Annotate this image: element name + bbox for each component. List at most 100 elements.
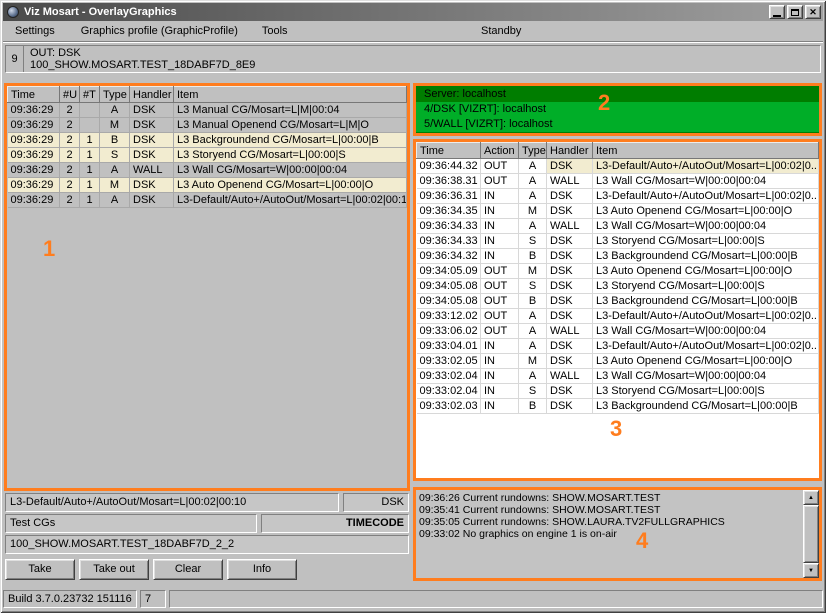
table-row[interactable]: 09:36:34.33INAWALLL3 Wall CG/Mosart=W|00…	[417, 219, 819, 234]
table-cell: OUT	[481, 279, 519, 294]
message-log-panel: 09:36:26 Current rundowns: SHOW.MOSART.T…	[413, 487, 822, 581]
column-header[interactable]: #T	[80, 87, 100, 103]
table-row[interactable]: 09:33:04.01INADSKL3-Default/Auto+/AutoOu…	[417, 339, 819, 354]
log-scrollbar[interactable]: ▲ ▼	[803, 490, 819, 578]
table-cell: DSK	[130, 178, 174, 193]
table-cell: A	[519, 174, 547, 189]
column-header[interactable]: Handler	[547, 143, 593, 159]
table-cell: DSK	[547, 279, 593, 294]
table-cell: OUT	[481, 264, 519, 279]
column-header[interactable]: Type	[519, 143, 547, 159]
take-button[interactable]: Take	[5, 559, 75, 580]
column-header[interactable]: Time	[8, 87, 60, 103]
table-row[interactable]: 09:36:2921ADSKL3-Default/Auto+/AutoOut/M…	[8, 193, 407, 208]
table-row[interactable]: 09:36:44.32OUTADSKL3-Default/Auto+/AutoO…	[417, 159, 819, 174]
menu-graphics-profile[interactable]: Graphics profile (GraphicProfile)	[75, 23, 244, 39]
table-cell: L3 Backgroundend CG/Mosart=L|00:00|B	[593, 249, 819, 264]
column-header[interactable]: Action	[481, 143, 519, 159]
table-cell: OUT	[481, 159, 519, 174]
column-header[interactable]: #U	[60, 87, 80, 103]
table-row[interactable]: 09:33:02.03INBDSKL3 Backgroundend CG/Mos…	[417, 399, 819, 414]
column-header[interactable]: Handler	[130, 87, 174, 103]
table-cell: M	[519, 264, 547, 279]
rundown-field[interactable]: 100_SHOW.MOSART.TEST_18DABF7D_2_2	[5, 535, 409, 554]
server-status-panel: Server: localhost4/DSK [VIZRT]: localhos…	[413, 83, 822, 136]
table-row[interactable]: 09:36:2921MDSKL3 Auto Openend CG/Mosart=…	[8, 178, 407, 193]
table-row[interactable]: 09:36:34.32INBDSKL3 Backgroundend CG/Mos…	[417, 249, 819, 264]
table-row[interactable]: 09:36:2921BDSKL3 Backgroundend CG/Mosart…	[8, 133, 407, 148]
table-cell	[80, 103, 100, 118]
table-row[interactable]: 09:33:02.04INAWALLL3 Wall CG/Mosart=W|00…	[417, 369, 819, 384]
table-cell: DSK	[130, 193, 174, 208]
table-row[interactable]: 09:36:36.31INADSKL3-Default/Auto+/AutoOu…	[417, 189, 819, 204]
scroll-up-button[interactable]: ▲	[803, 490, 819, 505]
table-row[interactable]: 09:33:02.04INSDSKL3 Storyend CG/Mosart=L…	[417, 384, 819, 399]
table-cell: 09:33:02.04	[417, 369, 481, 384]
table-cell: B	[519, 249, 547, 264]
window-controls: ✕	[769, 5, 821, 19]
table-row[interactable]: 09:36:2921AWALLL3 Wall CG/Mosart=W|00:00…	[8, 163, 407, 178]
app-icon	[7, 6, 19, 18]
table-cell: IN	[481, 234, 519, 249]
template-field[interactable]: L3-Default/Auto+/AutoOut/Mosart=L|00:02|…	[5, 493, 339, 512]
window-title: Viz Mosart - OverlayGraphics	[24, 6, 769, 18]
column-header[interactable]: Item	[174, 87, 407, 103]
table-cell: IN	[481, 384, 519, 399]
table-cell: L3 Auto Openend CG/Mosart=L|00:00|O	[593, 354, 819, 369]
table-cell: OUT	[481, 309, 519, 324]
menu-tools[interactable]: Tools	[256, 23, 294, 39]
table-cell: IN	[481, 399, 519, 414]
table-cell: L3-Default/Auto+/AutoOut/Mosart=L|00:02|…	[593, 339, 819, 354]
clear-button[interactable]: Clear	[153, 559, 223, 580]
table-cell: 09:34:05.08	[417, 279, 481, 294]
table-row[interactable]: 09:34:05.09OUTMDSKL3 Auto Openend CG/Mos…	[417, 264, 819, 279]
table-row[interactable]: 09:36:292ADSKL3 Manual CG/Mosart=L|M|00:…	[8, 103, 407, 118]
close-button[interactable]: ✕	[805, 5, 821, 19]
title-bar[interactable]: Viz Mosart - OverlayGraphics ✕	[3, 3, 823, 21]
table-cell: 2	[60, 103, 80, 118]
table-cell: B	[100, 133, 130, 148]
table-cell: 2	[60, 193, 80, 208]
handler-field[interactable]: DSK	[343, 493, 409, 512]
table-cell: OUT	[481, 294, 519, 309]
table-row[interactable]: 09:34:05.08OUTBDSKL3 Backgroundend CG/Mo…	[417, 294, 819, 309]
minimize-button[interactable]	[769, 5, 785, 19]
take-out-button[interactable]: Take out	[79, 559, 149, 580]
table-cell: DSK	[547, 384, 593, 399]
table-cell: 09:36:44.32	[417, 159, 481, 174]
timecode-field[interactable]: TIMECODE	[261, 514, 409, 533]
table-row[interactable]: 09:33:02.05INMDSKL3 Auto Openend CG/Mosa…	[417, 354, 819, 369]
scrollbar-thumb[interactable]	[803, 505, 819, 563]
column-header[interactable]: Time	[417, 143, 481, 159]
maximize-button[interactable]	[787, 5, 803, 19]
table-cell: DSK	[130, 148, 174, 163]
info-button[interactable]: Info	[227, 559, 297, 580]
table-row[interactable]: 09:36:34.33INSDSKL3 Storyend CG/Mosart=L…	[417, 234, 819, 249]
table-row[interactable]: 09:36:292MDSKL3 Manual Openend CG/Mosart…	[8, 118, 407, 133]
table-cell: 09:36:36.31	[417, 189, 481, 204]
table-cell: IN	[481, 339, 519, 354]
group-field[interactable]: Test CGs	[5, 514, 257, 533]
table-header-row: Time#U#TTypeHandlerItem	[8, 87, 407, 103]
table-cell: OUT	[481, 324, 519, 339]
menu-settings[interactable]: Settings	[9, 23, 61, 39]
table-row[interactable]: 09:36:34.35INMDSKL3 Auto Openend CG/Mosa…	[417, 204, 819, 219]
table-cell: 09:36:29	[8, 133, 60, 148]
table-row[interactable]: 09:33:12.02OUTADSKL3-Default/Auto+/AutoO…	[417, 309, 819, 324]
standby-indicator[interactable]: Standby	[475, 23, 527, 39]
table-cell: L3 Manual CG/Mosart=L|M|00:04	[174, 103, 407, 118]
table-cell: B	[519, 294, 547, 309]
item-out-line: OUT: DSK	[30, 47, 255, 59]
scroll-down-button[interactable]: ▼	[803, 563, 819, 578]
table-cell: A	[100, 193, 130, 208]
table-row[interactable]: 09:36:38.31OUTAWALLL3 Wall CG/Mosart=W|0…	[417, 174, 819, 189]
table-row[interactable]: 09:34:05.08OUTSDSKL3 Storyend CG/Mosart=…	[417, 279, 819, 294]
log-line: 09:33:02 No graphics on engine 1 is on-a…	[419, 528, 800, 540]
table-cell: M	[100, 178, 130, 193]
table-row[interactable]: 09:33:06.02OUTAWALLL3 Wall CG/Mosart=W|0…	[417, 324, 819, 339]
column-header[interactable]: Item	[593, 143, 819, 159]
table-cell: A	[519, 219, 547, 234]
table-cell: L3 Wall CG/Mosart=W|00:00|00:04	[174, 163, 407, 178]
column-header[interactable]: Type	[100, 87, 130, 103]
table-row[interactable]: 09:36:2921SDSKL3 Storyend CG/Mosart=L|00…	[8, 148, 407, 163]
